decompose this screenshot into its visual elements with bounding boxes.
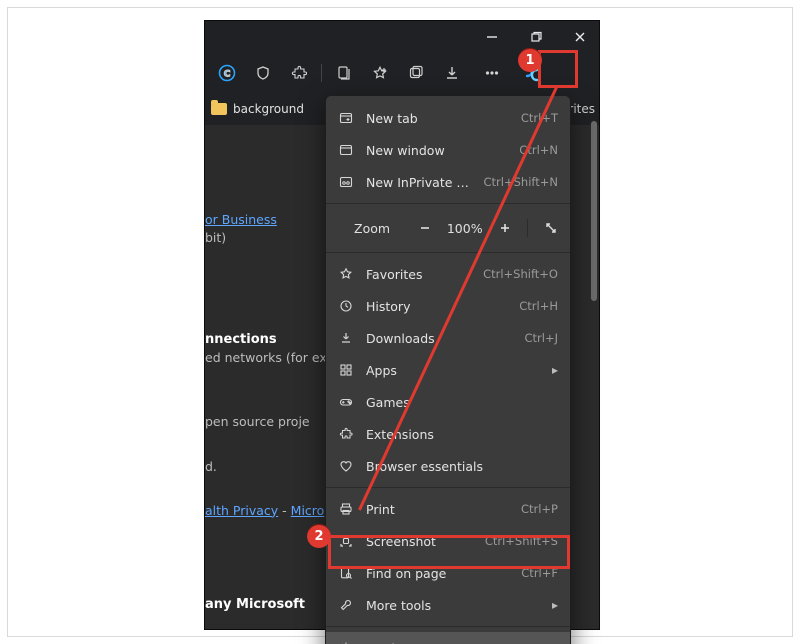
menu-separator (326, 252, 570, 253)
star-icon (338, 266, 354, 282)
menu-label: Screenshot (366, 534, 473, 549)
zoom-out-button[interactable] (412, 214, 438, 242)
tab-actions-icon[interactable] (400, 57, 432, 89)
section-title-connections: nnections (205, 332, 277, 347)
zoom-label: Zoom (354, 221, 406, 236)
menu-shortcut: Ctrl+N (519, 143, 558, 157)
search-page-icon (338, 565, 354, 581)
menu-label: Settings (366, 641, 558, 644)
history-icon (338, 298, 354, 314)
menu-label: Apps (366, 363, 540, 378)
profile-c-icon[interactable]: C (211, 57, 243, 89)
menu-games[interactable]: Games (326, 386, 570, 418)
browser-window: C background orites (204, 20, 600, 630)
menu-zoom-row: Zoom 100% (326, 209, 570, 247)
menu-shortcut: Ctrl+T (521, 111, 558, 125)
callout-two: 2 (307, 524, 331, 548)
menu-shortcut: Ctrl+P (521, 502, 558, 516)
menu-shortcut: Ctrl+Shift+N (484, 175, 558, 189)
more-button[interactable] (476, 57, 508, 89)
downloads-icon[interactable] (436, 57, 468, 89)
menu-separator (326, 626, 570, 627)
menu-print[interactable]: Print Ctrl+P (326, 493, 570, 525)
settings-and-more-menu: New tab Ctrl+T New window Ctrl+N New InP… (325, 95, 571, 644)
svg-text:C: C (224, 70, 231, 80)
puzzle-icon (338, 426, 354, 442)
menu-history[interactable]: History Ctrl+H (326, 290, 570, 322)
menu-label: Find on page (366, 566, 509, 581)
menu-settings[interactable]: Settings (326, 632, 570, 644)
menu-label: Extensions (366, 427, 558, 442)
section-body-networks: ed networks (for ex (205, 350, 327, 365)
page-text-bit: bit) (205, 230, 226, 245)
gear-icon (338, 640, 354, 644)
fullscreen-button[interactable] (538, 214, 564, 242)
chevron-right-icon: ▸ (552, 598, 558, 612)
menu-screenshot[interactable]: Screenshot Ctrl+Shift+S (326, 525, 570, 557)
menu-label: New tab (366, 111, 509, 126)
menu-more-tools[interactable]: More tools ▸ (326, 589, 570, 621)
section-body-opensource: pen source proje (205, 414, 310, 429)
shield-icon[interactable] (247, 57, 279, 89)
minimize-button[interactable] (479, 24, 505, 50)
menu-label: Games (366, 395, 558, 410)
print-icon (338, 501, 354, 517)
zoom-separator (527, 219, 528, 237)
favorites-folder-name[interactable]: background (233, 102, 304, 116)
menu-new-window[interactable]: New window Ctrl+N (326, 134, 570, 166)
close-button[interactable] (567, 24, 593, 50)
menu-shortcut: Ctrl+F (521, 566, 558, 580)
menu-browser-essentials[interactable]: Browser essentials (326, 450, 570, 482)
menu-shortcut: Ctrl+H (519, 299, 558, 313)
menu-inprivate[interactable]: New InPrivate window Ctrl+Shift+N (326, 166, 570, 198)
page-link-privacy[interactable]: alth Privacy (205, 503, 278, 518)
menu-label: Favorites (366, 267, 471, 282)
menu-shortcut: Ctrl+Shift+S (485, 534, 558, 548)
menu-label: More tools (366, 598, 540, 613)
section-body-d: d. (205, 459, 217, 474)
zoom-in-button[interactable] (492, 214, 518, 242)
page-link-micro[interactable]: Micro (291, 503, 325, 518)
menu-find-on-page[interactable]: Find on page Ctrl+F (326, 557, 570, 589)
menu-label: Downloads (366, 331, 513, 346)
screenshot-icon (338, 533, 354, 549)
apps-icon (338, 362, 354, 378)
folder-icon (211, 103, 227, 115)
collections-icon[interactable] (328, 57, 360, 89)
menu-separator (326, 203, 570, 204)
tools-icon (338, 597, 354, 613)
menu-label: History (366, 299, 507, 314)
canvas: { "window": { "favorites_folder": "backg… (0, 0, 800, 644)
extensions-icon[interactable] (283, 57, 315, 89)
menu-downloads[interactable]: Downloads Ctrl+J (326, 322, 570, 354)
scrollbar[interactable] (591, 121, 597, 301)
inprivate-icon (338, 174, 354, 190)
games-icon (338, 394, 354, 410)
callout-one: 1 (518, 48, 542, 72)
window-icon (338, 142, 354, 158)
menu-label: New InPrivate window (366, 175, 472, 190)
menu-favorites[interactable]: Favorites Ctrl+Shift+O (326, 258, 570, 290)
window-caption (205, 21, 599, 53)
favorites-star-icon[interactable] (364, 57, 396, 89)
menu-label: New window (366, 143, 507, 158)
restore-button[interactable] (523, 24, 549, 50)
zoom-value: 100% (444, 221, 486, 236)
menu-apps[interactable]: Apps ▸ (326, 354, 570, 386)
page-link-business[interactable]: or Business (205, 212, 277, 227)
menu-separator (326, 487, 570, 488)
page-footer-text: any Microsoft (205, 597, 305, 612)
download-icon (338, 330, 354, 346)
menu-label: Browser essentials (366, 459, 558, 474)
menu-extensions[interactable]: Extensions (326, 418, 570, 450)
heart-pulse-icon (338, 458, 354, 474)
menu-shortcut: Ctrl+Shift+O (483, 267, 558, 281)
menu-shortcut: Ctrl+J (525, 331, 559, 345)
window-plus-icon (338, 110, 354, 126)
menu-new-tab[interactable]: New tab Ctrl+T (326, 102, 570, 134)
menu-label: Print (366, 502, 509, 517)
chevron-right-icon: ▸ (552, 363, 558, 377)
toolbar-separator (321, 64, 322, 82)
